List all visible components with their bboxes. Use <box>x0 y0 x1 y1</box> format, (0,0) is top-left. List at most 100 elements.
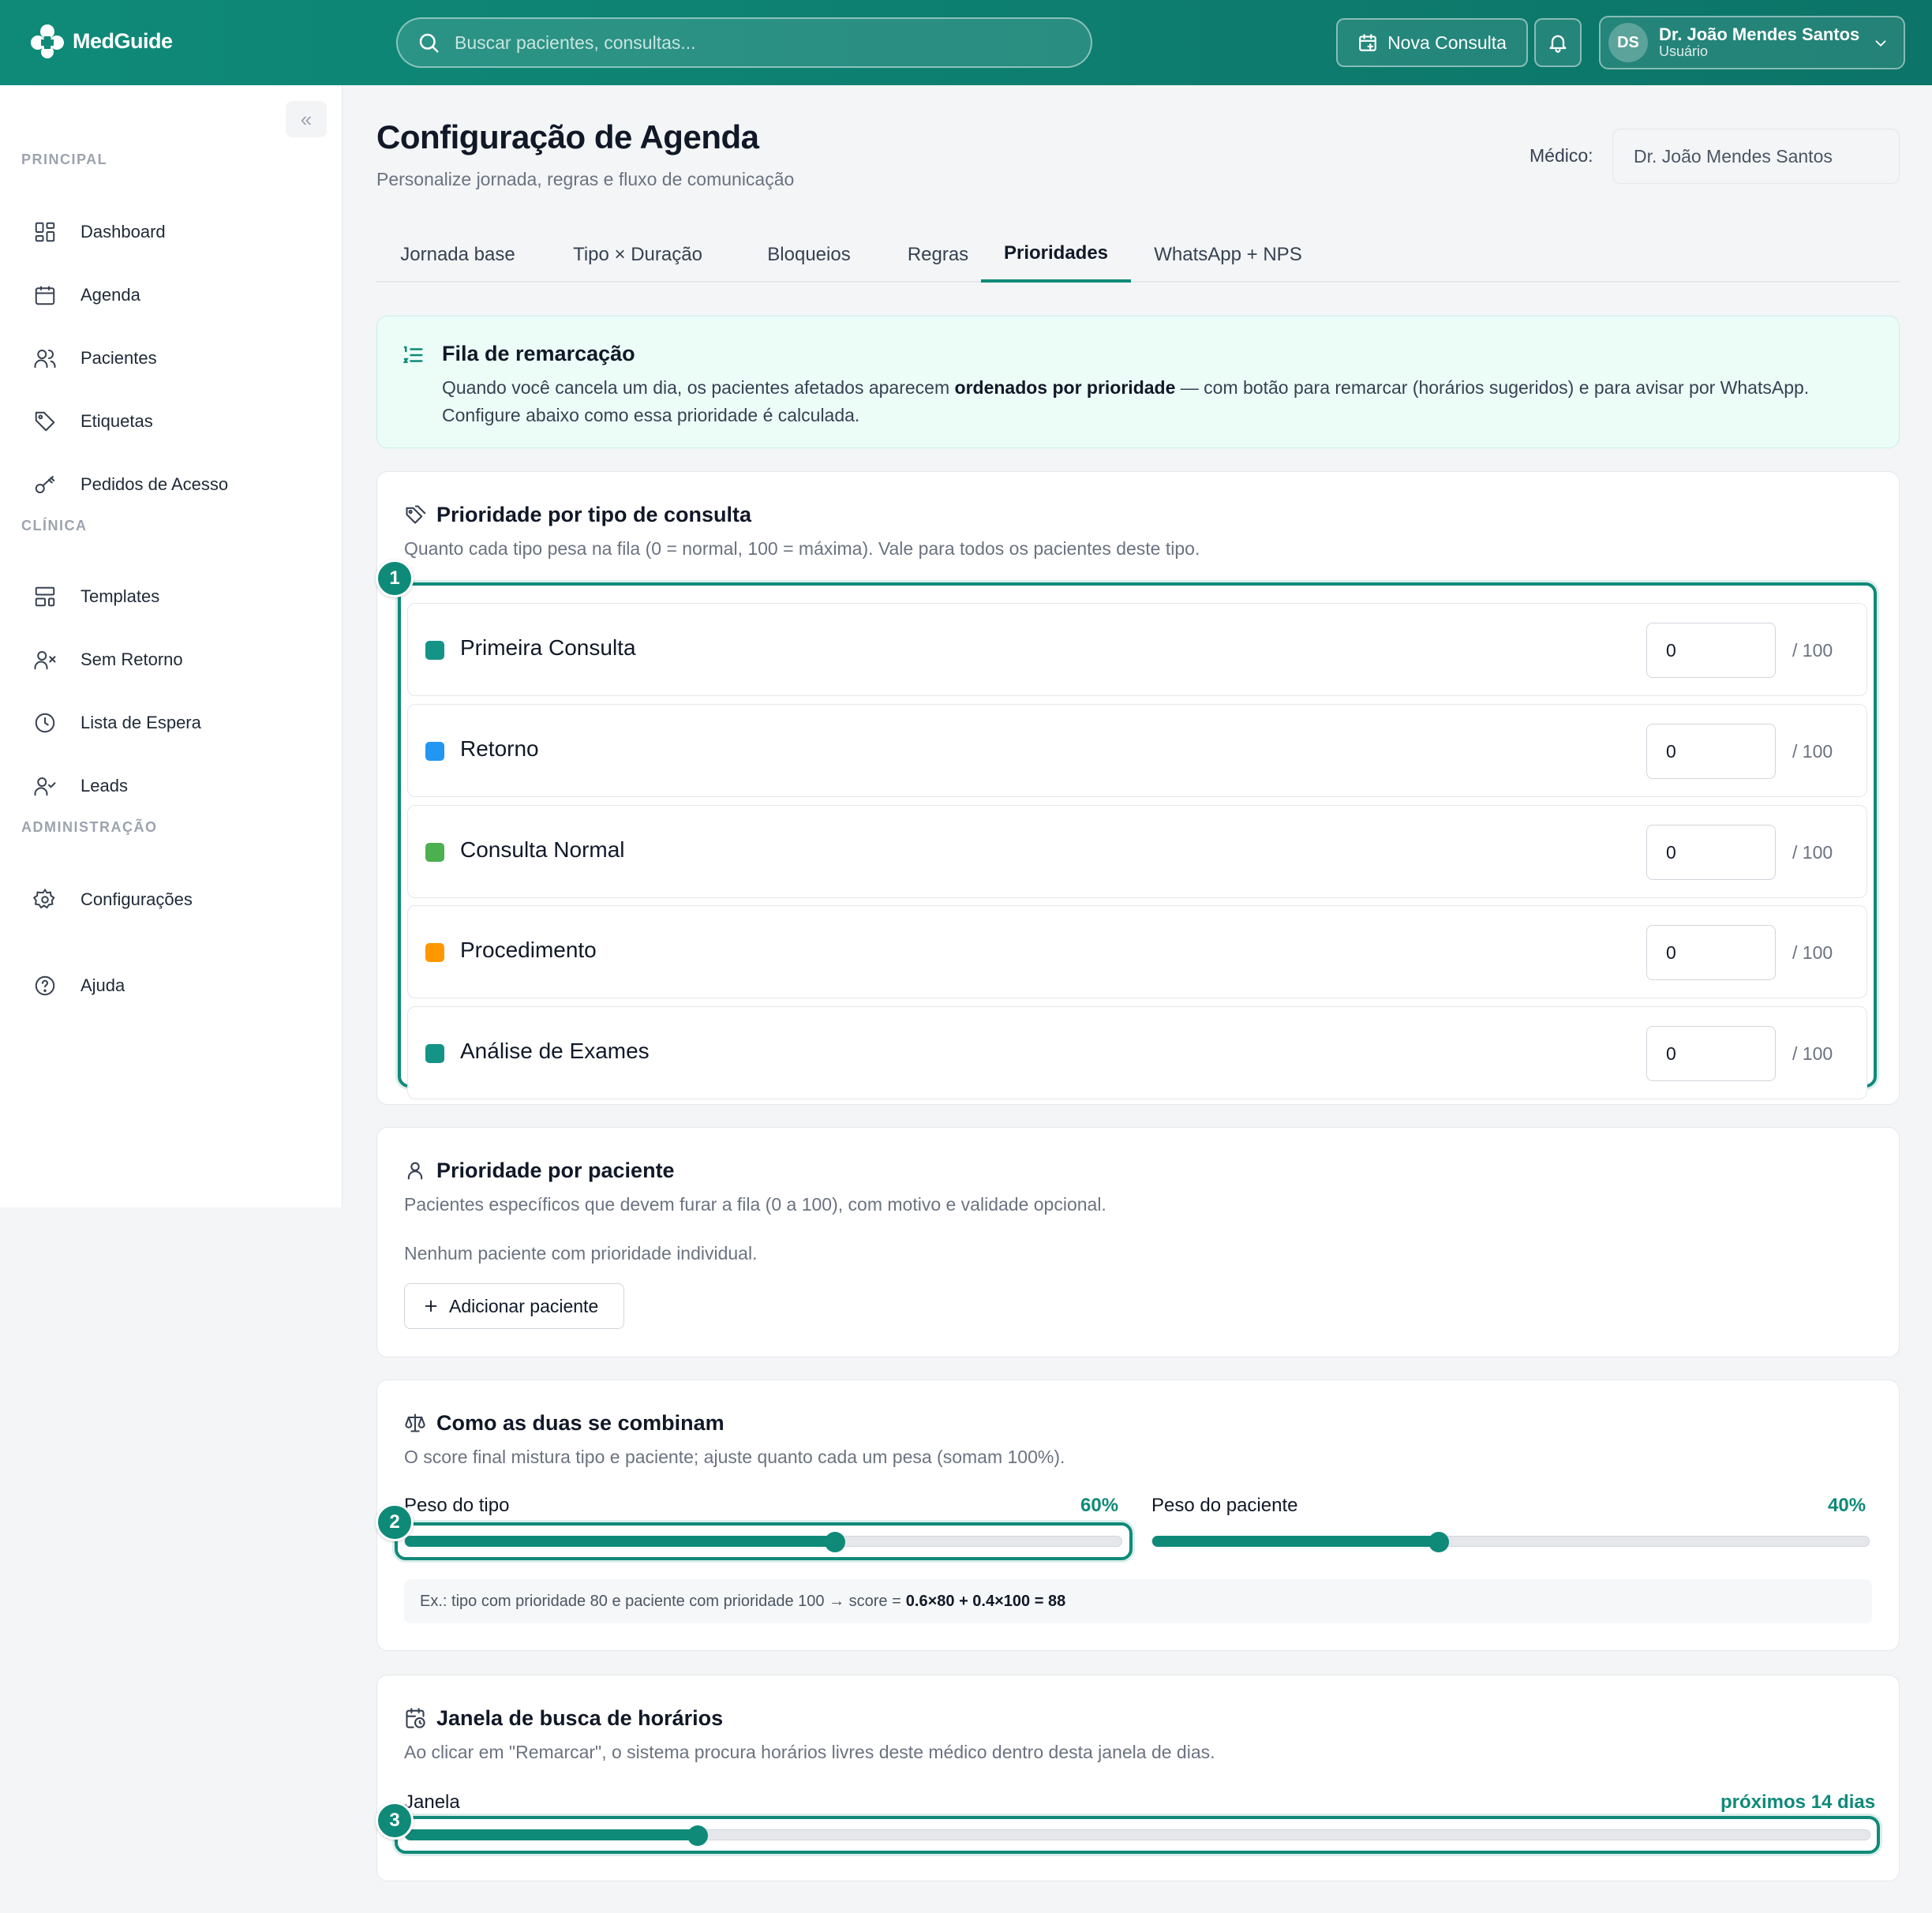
layout-template-icon <box>32 583 58 610</box>
info-box: Fila de remarcação Quando você cancela u… <box>376 316 1900 448</box>
slider-thumb[interactable] <box>1428 1532 1450 1552</box>
sidebar-item-etiquetas[interactable]: Etiquetas <box>19 397 324 446</box>
gear-icon <box>32 886 58 913</box>
new-consult-label: Nova Consulta <box>1387 32 1507 53</box>
type-name: Primeira Consulta <box>460 635 636 660</box>
user-check-icon <box>32 773 58 799</box>
max-label: / 100 <box>1792 1043 1833 1064</box>
plus-icon <box>425 1300 437 1312</box>
window-subtitle: Ao clicar em "Remarcar", o sistema procu… <box>404 1742 1215 1762</box>
max-label: / 100 <box>1792 942 1833 963</box>
notifications-button[interactable] <box>1534 18 1582 67</box>
sidebar-item-sem-retorno[interactable]: Sem Retorno <box>19 635 324 684</box>
search-input[interactable] <box>455 32 1054 54</box>
window-slider[interactable] <box>404 1825 1870 1846</box>
max-label: / 100 <box>1792 741 1833 762</box>
chevron-down-icon <box>1875 40 1886 47</box>
user-name: Dr. João Mendes Santos <box>1659 24 1860 44</box>
nav-section-principal: PRINCIPAL <box>21 152 108 167</box>
nav-section-administracao: ADMINISTRAÇÃO <box>21 819 158 835</box>
add-patient-label: Adicionar paciente <box>449 1295 599 1316</box>
key-icon <box>32 471 58 498</box>
user-role: Usuário <box>1659 43 1709 60</box>
type-priority-card: Prioridade por tipo de consulta Quanto c… <box>376 471 1900 1105</box>
sidebar-item-pacientes[interactable]: Pacientes <box>19 334 324 383</box>
example-formula: Ex.: tipo com prioridade 80 e paciente c… <box>404 1579 1872 1623</box>
search-bar[interactable] <box>396 17 1092 68</box>
color-swatch <box>425 1044 444 1063</box>
combine-card: Como as duas se combinam O score final m… <box>376 1380 1900 1651</box>
sidebar-item-lista-de-espera[interactable]: Lista de Espera <box>19 698 324 747</box>
info-text: Quando você cancela um dia, os pacientes… <box>442 377 1810 425</box>
type-weight-slider[interactable] <box>404 1532 1122 1552</box>
priority-input[interactable] <box>1646 825 1776 880</box>
users-icon <box>32 345 58 372</box>
tab-tipo-duracao[interactable]: Tipo × Duração <box>539 227 736 283</box>
list-item: Retorno / 100 <box>407 704 1867 797</box>
tab-whatsapp-nps[interactable]: WhatsApp + NPS <box>1131 227 1325 283</box>
sidebar-item-ajuda[interactable]: Ajuda <box>19 961 324 1010</box>
medguide-logo-icon <box>27 21 68 62</box>
tab-jornada-base[interactable]: Jornada base <box>376 227 539 283</box>
color-swatch <box>425 943 444 962</box>
sidebar-item-label: Leads <box>80 776 128 796</box>
type-weight-value: 60% <box>1080 1495 1119 1516</box>
step-badge-3: 3 <box>376 1802 414 1840</box>
sidebar-item-dashboard[interactable]: Dashboard <box>19 208 324 256</box>
window-value: próximos 14 dias <box>1720 1791 1876 1813</box>
calendar-icon <box>32 282 58 309</box>
avatar: DS <box>1608 23 1648 62</box>
logo[interactable]: MedGuide <box>27 21 173 62</box>
user-icon <box>407 1162 423 1180</box>
type-priority-list: Primeira Consulta / 100 Retorno / 100 Co… <box>398 582 1877 1099</box>
list-item: Procedimento / 100 <box>407 905 1867 998</box>
empty-state-text: Nenhum paciente com prioridade individua… <box>404 1243 758 1263</box>
sidebar-item-label: Etiquetas <box>80 411 153 431</box>
clock-icon <box>32 709 58 736</box>
collapse-sidebar-button[interactable]: « <box>286 101 327 137</box>
new-consult-button[interactable]: Nova Consulta <box>1336 18 1528 67</box>
priority-input[interactable] <box>1646 623 1776 678</box>
sidebar-item-templates[interactable]: Templates <box>19 572 324 621</box>
list-ordered-icon <box>402 346 423 363</box>
priority-input[interactable] <box>1646 724 1776 779</box>
color-swatch <box>425 742 444 761</box>
help-circle-icon <box>32 972 58 999</box>
type-name: Análise de Exames <box>460 1039 650 1063</box>
sidebar-item-leads[interactable]: Leads <box>19 762 324 810</box>
list-item: Análise de Exames / 100 <box>407 1006 1867 1099</box>
priority-input[interactable] <box>1646 925 1776 980</box>
type-name: Procedimento <box>460 938 597 962</box>
slider-thumb[interactable] <box>824 1532 845 1552</box>
tab-regras[interactable]: Regras <box>882 227 994 283</box>
doctor-select[interactable]: Dr. João Mendes Santos <box>1612 129 1900 184</box>
page-subtitle: Personalize jornada, regras e fluxo de c… <box>376 169 795 189</box>
list-item: Consulta Normal / 100 <box>407 805 1867 898</box>
slider-thumb[interactable] <box>687 1825 709 1846</box>
calendar-clock-icon <box>406 1708 425 1728</box>
tab-bloqueios[interactable]: Bloqueios <box>736 227 882 283</box>
window-card: Janela de busca de horários Ao clicar em… <box>376 1675 1900 1881</box>
sidebar-item-label: Ajuda <box>80 975 125 995</box>
color-swatch <box>425 641 444 660</box>
patient-weight-label: Peso do paciente <box>1151 1495 1298 1516</box>
user-menu[interactable]: DS Dr. João Mendes Santos Usuário <box>1599 16 1905 69</box>
dashboard-icon <box>32 219 58 245</box>
scale-icon <box>405 1413 425 1432</box>
priority-input[interactable] <box>1646 1026 1776 1081</box>
sidebar-item-agenda[interactable]: Agenda <box>19 271 324 320</box>
bell-icon <box>1549 35 1567 53</box>
step-badge-1: 1 <box>376 560 414 597</box>
sidebar-item-pedidos-de-acesso[interactable]: Pedidos de Acesso <box>19 460 324 509</box>
add-patient-button[interactable]: Adicionar paciente <box>404 1283 624 1329</box>
max-label: / 100 <box>1792 842 1833 863</box>
combine-subtitle: O score final mistura tipo e paciente; a… <box>404 1447 1065 1467</box>
sidebar-item-configuracoes[interactable]: Configurações <box>19 875 324 924</box>
app-name: MedGuide <box>73 28 173 53</box>
sidebar: « PRINCIPAL Dashboard Agenda Pacientes E… <box>0 85 343 1207</box>
user-x-icon <box>32 646 58 673</box>
type-name: Consulta Normal <box>460 837 625 862</box>
tab-prioridades[interactable]: Prioridades <box>981 227 1131 283</box>
step-badge-2: 2 <box>376 1503 414 1541</box>
patient-weight-slider[interactable] <box>1151 1532 1870 1552</box>
